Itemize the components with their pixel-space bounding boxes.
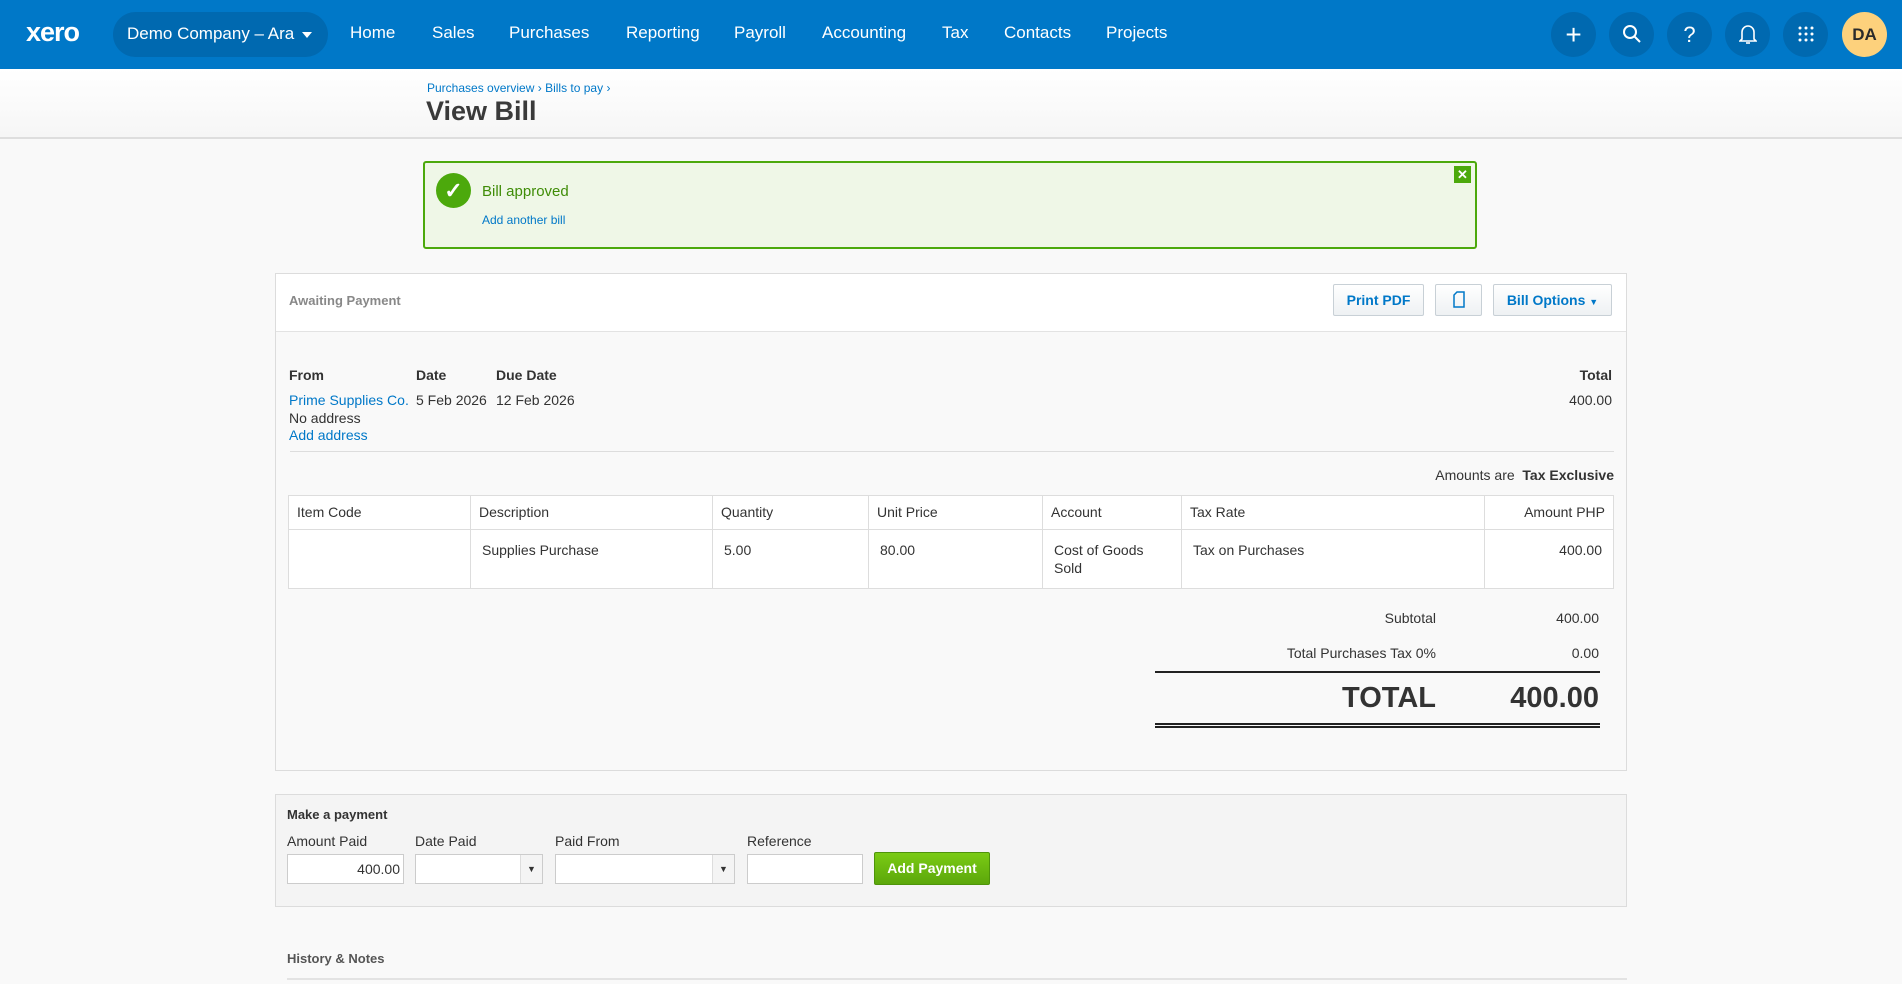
table-row: Supplies Purchase 5.00 80.00 Cost of Goo… xyxy=(288,529,1614,589)
divider xyxy=(290,451,1614,452)
column-header: Quantity xyxy=(712,495,869,530)
copy-button[interactable] xyxy=(1435,284,1482,316)
unit-price-cell: 80.00 xyxy=(868,529,1043,589)
tax-total-label: Total Purchases Tax 0% xyxy=(1286,645,1436,661)
chevron-down-icon xyxy=(302,31,313,38)
tax-total-value: 0.00 xyxy=(1571,645,1599,661)
bill-options-button[interactable]: Bill Options ▼ xyxy=(1493,284,1612,316)
nav-payroll[interactable]: Payroll xyxy=(734,23,786,43)
tax-mode-value: Tax Exclusive xyxy=(1522,467,1614,483)
column-header: Description xyxy=(470,495,713,530)
bill-panel: Awaiting Payment Print PDF Bill Options … xyxy=(275,273,1627,771)
supplier-address: No address xyxy=(289,410,361,426)
column-header: Amount PHP xyxy=(1484,495,1614,530)
copy-icon xyxy=(1452,291,1465,308)
nav-home[interactable]: Home xyxy=(350,23,395,43)
date-paid-label: Date Paid xyxy=(415,833,477,849)
alert-message: Bill approved xyxy=(482,183,569,200)
amount-paid-input[interactable]: 400.00 xyxy=(287,854,404,884)
bell-icon[interactable] xyxy=(1725,12,1770,57)
search-icon[interactable] xyxy=(1609,12,1654,57)
nav-purchases[interactable]: Purchases xyxy=(509,23,589,43)
line-items-table: Item Code Description Quantity Unit Pric… xyxy=(288,495,1614,589)
divider xyxy=(1155,671,1600,673)
xero-logo[interactable]: xero xyxy=(26,17,80,48)
account-cell: Cost of Goods Sold xyxy=(1042,529,1182,589)
dropdown-arrow-icon[interactable]: ▼ xyxy=(520,855,542,883)
top-navigation-bar: xero Demo Company – Ara Home Sales Purch… xyxy=(0,0,1902,69)
page-title: View Bill xyxy=(426,96,537,126)
from-label: From xyxy=(289,367,324,383)
amount-cell: 400.00 xyxy=(1484,529,1614,589)
amounts-are-label: Amounts are xyxy=(1435,467,1515,483)
tax-rate-cell: Tax on Purchases xyxy=(1181,529,1485,589)
paid-from-select[interactable]: ▼ xyxy=(555,854,735,884)
column-header: Tax Rate xyxy=(1181,495,1485,530)
checkmark-icon: ✓ xyxy=(436,173,471,208)
grand-total-label: TOTAL xyxy=(1342,682,1436,714)
column-header: Unit Price xyxy=(868,495,1043,530)
breadcrumb-separator: › xyxy=(537,81,542,95)
double-underline xyxy=(1155,723,1600,728)
organisation-switcher[interactable]: Demo Company – Ara xyxy=(113,12,328,57)
user-avatar[interactable]: DA xyxy=(1842,12,1887,57)
bill-date: 5 Feb 2026 xyxy=(416,392,487,408)
bill-panel-header: Awaiting Payment Print PDF Bill Options … xyxy=(276,274,1626,332)
due-date-label: Due Date xyxy=(496,367,557,383)
item-code-cell xyxy=(288,529,471,589)
breadcrumb-bills-to-pay[interactable]: Bills to pay xyxy=(545,81,603,95)
column-header: Item Code xyxy=(288,495,471,530)
quantity-cell: 5.00 xyxy=(712,529,869,589)
nav-tax[interactable]: Tax xyxy=(942,23,968,43)
breadcrumb-separator: › xyxy=(606,81,611,95)
bill-status: Awaiting Payment xyxy=(289,293,401,308)
nav-projects[interactable]: Projects xyxy=(1106,23,1167,43)
paid-from-label: Paid From xyxy=(555,833,620,849)
add-address-link[interactable]: Add address xyxy=(289,427,368,443)
nav-reporting[interactable]: Reporting xyxy=(626,23,700,43)
total-label: Total xyxy=(1579,367,1612,383)
breadcrumb: Purchases overview › Bills to pay › xyxy=(427,81,610,95)
chevron-down-icon: ▼ xyxy=(1589,297,1599,307)
description-cell: Supplies Purchase xyxy=(470,529,713,589)
bill-total: 400.00 xyxy=(1569,392,1612,408)
amount-paid-label: Amount Paid xyxy=(287,833,368,849)
success-alert: ✓ Bill approved Add another bill ✕ xyxy=(423,161,1477,249)
date-label: Date xyxy=(416,367,447,383)
print-pdf-button[interactable]: Print PDF xyxy=(1333,284,1424,316)
make-payment-panel: Make a payment Amount Paid Date Paid Pai… xyxy=(275,794,1627,907)
nav-sales[interactable]: Sales xyxy=(432,23,475,43)
reference-label: Reference xyxy=(747,833,812,849)
make-payment-title: Make a payment xyxy=(287,807,388,822)
apps-grid-icon[interactable] xyxy=(1783,12,1828,57)
subtotal-label: Subtotal xyxy=(1384,610,1436,626)
add-payment-button[interactable]: Add Payment xyxy=(874,852,990,885)
subtotal-value: 400.00 xyxy=(1556,610,1599,626)
org-name: Demo Company – Ara xyxy=(127,24,295,43)
history-notes-title[interactable]: History & Notes xyxy=(287,951,385,966)
column-header: Account xyxy=(1042,495,1182,530)
grand-total-value: 400.00 xyxy=(1510,682,1599,714)
breadcrumb-purchases-overview[interactable]: Purchases overview xyxy=(427,81,534,95)
amounts-tax-mode: Amounts are Tax Exclusive xyxy=(1435,467,1614,483)
nav-accounting[interactable]: Accounting xyxy=(822,23,906,43)
date-paid-input[interactable]: ▼ xyxy=(415,854,543,884)
reference-input[interactable] xyxy=(747,854,863,884)
help-icon[interactable]: ? xyxy=(1667,12,1712,57)
dropdown-arrow-icon[interactable]: ▼ xyxy=(712,855,734,883)
add-another-bill-link[interactable]: Add another bill xyxy=(482,213,565,227)
page-header: Purchases overview › Bills to pay › View… xyxy=(0,69,1902,139)
close-icon[interactable]: ✕ xyxy=(1454,166,1471,183)
bill-due-date: 12 Feb 2026 xyxy=(496,392,575,408)
table-header-row: Item Code Description Quantity Unit Pric… xyxy=(288,495,1614,530)
divider xyxy=(287,978,1627,980)
supplier-link[interactable]: Prime Supplies Co. xyxy=(289,392,409,408)
bill-options-label: Bill Options xyxy=(1506,292,1586,308)
plus-icon[interactable]: + xyxy=(1551,12,1596,57)
nav-contacts[interactable]: Contacts xyxy=(1004,23,1071,43)
